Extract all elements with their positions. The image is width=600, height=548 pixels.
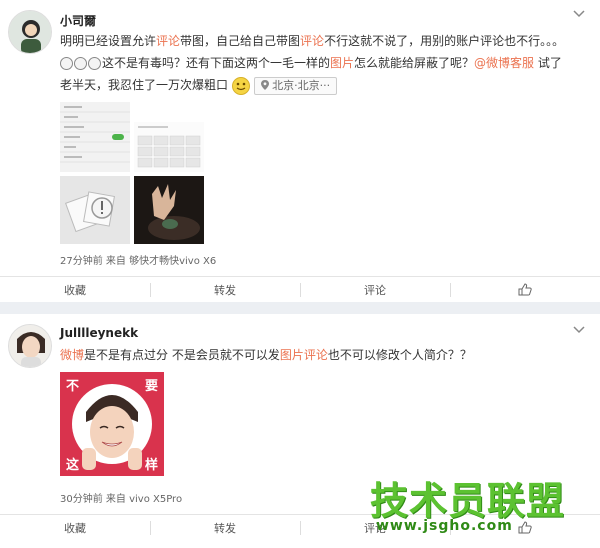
chevron-down-icon[interactable] — [572, 8, 586, 18]
smile-emoji-icon — [231, 76, 250, 95]
text-segment: 明明已经设置允许 — [60, 34, 157, 48]
action-label: 转发 — [214, 283, 236, 297]
text-segment: 带图，自己给自己带图 — [180, 34, 301, 48]
sticker-char: 这 — [66, 458, 80, 473]
dizzy-emoji-icon — [60, 57, 73, 70]
text-segment: 不行这就不说了，用别的账户评论也不行。。。 — [324, 34, 565, 48]
username[interactable]: 小司爾 — [60, 12, 96, 29]
link-comment[interactable]: 评论 — [300, 34, 324, 48]
sticker-char: 样 — [144, 458, 158, 473]
repost-button[interactable]: 转发 — [150, 515, 300, 540]
like-button[interactable] — [450, 277, 600, 302]
post-meta: 30分钟前 来自 vivo X5Pro — [60, 494, 183, 505]
image-thumbnail[interactable] — [134, 122, 204, 172]
location-tag[interactable]: 北京·北京··· — [253, 76, 338, 95]
action-label: 收藏 — [64, 521, 86, 535]
location-label: 北京·北京··· — [272, 78, 331, 92]
text-segment: 这不是有毒吗？还有下面这两个一毛一样的 — [102, 56, 331, 70]
sticker-image[interactable]: 不 要 这 样 — [60, 372, 164, 476]
mention-link[interactable]: @微博客服 — [474, 56, 534, 70]
link-image[interactable]: 图片 — [330, 56, 354, 70]
chevron-down-icon[interactable] — [572, 324, 586, 334]
image-thumbnail[interactable] — [134, 176, 204, 244]
action-bar: 收藏 转发 评论 — [0, 276, 600, 302]
watermark-title: 技术员联盟 — [370, 479, 566, 523]
username[interactable]: Julllleynekk — [60, 326, 138, 340]
avatar[interactable] — [8, 10, 52, 54]
post-meta: 27分钟前 来自 够快才畅快vivo X6 — [60, 256, 217, 267]
repost-button[interactable]: 转发 — [150, 277, 300, 302]
image-thumbnail[interactable] — [60, 102, 130, 172]
sticker-char: 要 — [144, 379, 158, 394]
location-pin-icon — [260, 79, 269, 90]
link-comment[interactable]: 评论 — [156, 34, 180, 48]
sticker-char: 不 — [66, 379, 80, 394]
post-text: 微博是不是有点过分 不是会员就不可以发图片评论也不可以修改个人简介？？ — [60, 344, 582, 366]
action-label: 收藏 — [64, 283, 86, 297]
dizzy-emoji-icon — [74, 57, 87, 70]
watermark-url: www.jsgho.com — [376, 518, 513, 534]
dizzy-emoji-icon — [88, 57, 101, 70]
action-label: 转发 — [214, 521, 236, 535]
thumbs-up-icon — [518, 283, 532, 296]
favorite-button[interactable]: 收藏 — [0, 515, 150, 540]
text-segment: 老半天，我忍住了一万次爆粗口 — [60, 78, 229, 92]
site-watermark: 技术员联盟 www.jsgho.com — [370, 470, 590, 540]
text-segment: 怎么就能给屏蔽了呢？ — [354, 56, 475, 70]
text-segment: 也不可以修改个人简介？？ — [327, 348, 472, 362]
comment-button[interactable]: 评论 — [300, 277, 450, 302]
action-label: 评论 — [364, 283, 386, 297]
avatar[interactable] — [8, 324, 52, 368]
broken-image-icon[interactable] — [60, 176, 130, 244]
favorite-button[interactable]: 收藏 — [0, 277, 150, 302]
link-image-comment[interactable]: 图片评论 — [280, 348, 328, 362]
text-segment: 试了 — [534, 56, 562, 70]
link-weibo[interactable]: 微博 — [60, 348, 84, 362]
post-text: 明明已经设置允许评论带图，自己给自己带图评论不行这就不说了，用别的账户评论也不行… — [60, 30, 582, 96]
post-card-1: 小司爾 明明已经设置允许评论带图，自己给自己带图评论不行这就不说了，用别的账户评… — [0, 0, 600, 302]
text-segment: 是不是有点过分 不是会员就不可以发 — [84, 348, 280, 362]
